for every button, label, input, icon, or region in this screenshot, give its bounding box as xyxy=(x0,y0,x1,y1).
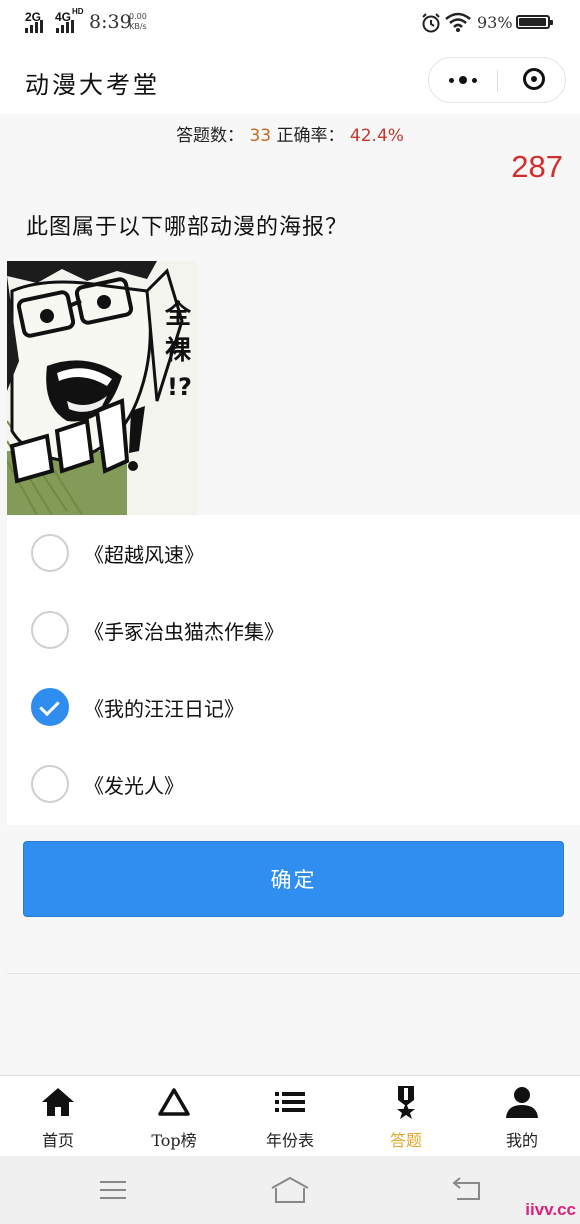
tab-label: 答题 xyxy=(389,1131,422,1150)
more-dot-icon xyxy=(449,77,454,83)
system-navigation-bar xyxy=(0,1156,580,1224)
answer-options: 《超越风速》 《手冢治虫猫杰作集》 《我的汪汪日记》 《发光人》 xyxy=(7,515,580,825)
tab-mine[interactable]: 我的 xyxy=(464,1076,580,1156)
home-icon xyxy=(42,1088,74,1116)
option-label: 《我的汪汪日记》 xyxy=(84,697,244,721)
accuracy-value: 42.4% xyxy=(349,126,404,146)
option-item[interactable]: 《手冢治虫猫杰作集》 xyxy=(7,592,580,669)
tab-label: 我的 xyxy=(505,1131,538,1150)
speed-unit: KB/s xyxy=(129,22,147,31)
quiz-stats: 答题数： 33 正确率： 42.4% xyxy=(0,121,580,146)
manga-illustration: 全 裸 !? xyxy=(7,261,198,515)
speed-value: 0.00 xyxy=(129,12,147,21)
more-dot-icon xyxy=(459,76,467,84)
radio-button-checked[interactable] xyxy=(31,688,69,726)
option-label: 《手冢治虫猫杰作集》 xyxy=(84,620,284,644)
option-label: 《超越风速》 xyxy=(84,543,204,567)
tab-label: 年份表 xyxy=(265,1131,314,1150)
network-hd-label: HD xyxy=(72,7,84,16)
status-bar: 2G 4G HD 8:39 0.00 KB/s 93% xyxy=(0,0,580,46)
poster-text-quan: 全 xyxy=(164,299,192,330)
tab-label: Top榜 xyxy=(151,1131,197,1150)
network-speed: 0.00 KB/s xyxy=(129,12,147,32)
question-poster-image: 全 裸 !? xyxy=(7,261,198,515)
tab-quiz[interactable]: 答题 xyxy=(348,1076,464,1156)
medal-icon xyxy=(397,1086,415,1119)
option-label: 《发光人》 xyxy=(84,774,184,798)
tab-bar: 首页 Top榜 年份表 答题 我的 xyxy=(0,1075,580,1156)
answered-count: 33 xyxy=(249,126,272,146)
watermark: iivv.cc xyxy=(525,1200,576,1219)
signal-strength-icon xyxy=(25,20,43,33)
home-nav-icon[interactable] xyxy=(270,1176,310,1204)
question-text: 此图属于以下哪部动漫的海报？ xyxy=(26,215,349,240)
wifi-icon xyxy=(445,12,471,32)
tab-label: 首页 xyxy=(41,1131,74,1150)
app-title: 动漫大考堂 xyxy=(25,71,160,99)
option-item[interactable]: 《我的汪汪日记》 xyxy=(7,669,580,746)
navigation-bar: 动漫大考堂 xyxy=(0,46,580,114)
clock: 8:39 xyxy=(89,11,132,33)
battery-percent: 93% xyxy=(477,13,513,32)
battery-icon xyxy=(516,15,553,29)
divider xyxy=(7,973,580,974)
tab-top[interactable]: Top榜 xyxy=(116,1076,232,1156)
option-item[interactable]: 《超越风速》 xyxy=(7,515,580,592)
radio-button[interactable] xyxy=(31,765,69,803)
close-miniprogram-button[interactable] xyxy=(523,68,545,90)
confirm-button[interactable]: 确定 xyxy=(23,841,564,917)
triangle-icon xyxy=(158,1088,190,1116)
tab-years[interactable]: 年份表 xyxy=(232,1076,348,1156)
option-item[interactable]: 《发光人》 xyxy=(7,746,580,823)
more-dot-icon xyxy=(472,77,477,83)
accuracy-label: 正确率： xyxy=(276,126,345,146)
tab-home[interactable]: 首页 xyxy=(0,1076,116,1156)
back-icon[interactable] xyxy=(451,1177,483,1201)
poster-text-exclaim: !? xyxy=(167,373,192,401)
radio-button[interactable] xyxy=(31,534,69,572)
alarm-icon xyxy=(422,13,440,33)
signal-strength-icon-2 xyxy=(56,20,74,33)
capsule-divider xyxy=(497,70,498,92)
radio-button[interactable] xyxy=(31,611,69,649)
user-icon xyxy=(506,1087,538,1118)
list-icon xyxy=(275,1092,305,1112)
miniprogram-capsule xyxy=(428,57,566,103)
menu-icon[interactable] xyxy=(99,1179,127,1201)
poster-text-luo: 裸 xyxy=(165,336,191,366)
more-options-button[interactable] xyxy=(429,58,497,102)
countdown-timer: 287 xyxy=(511,149,563,184)
answered-label: 答题数： xyxy=(176,126,245,146)
